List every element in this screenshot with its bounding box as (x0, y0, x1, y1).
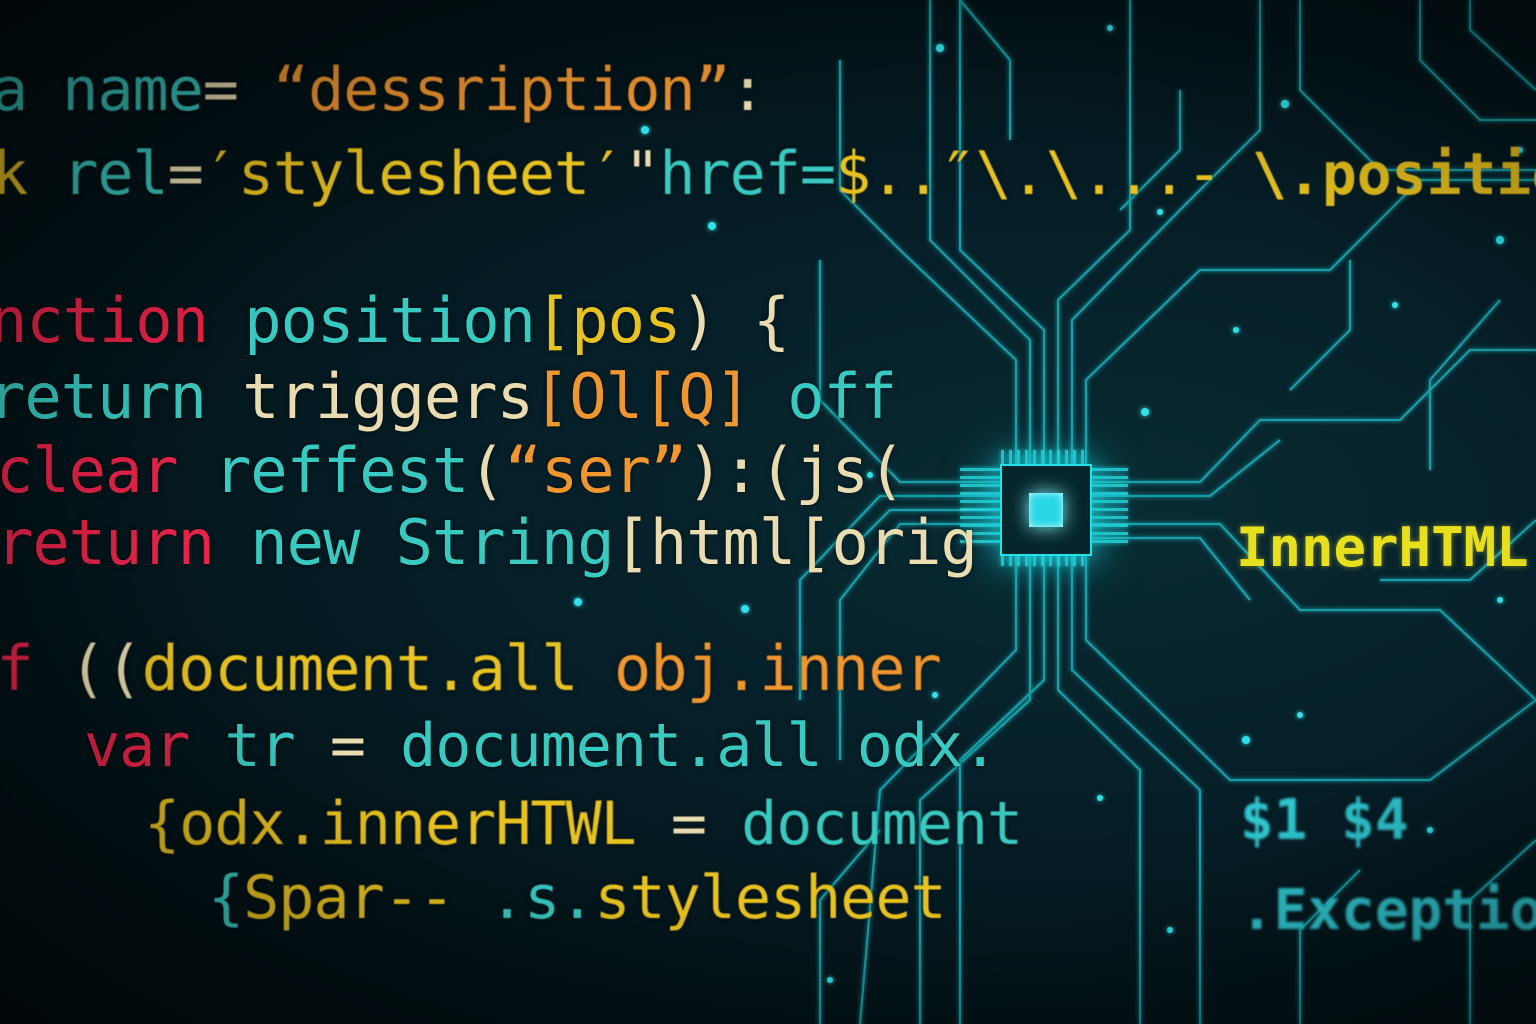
code-token: (( (68, 632, 143, 705)
code-token: ) { (680, 284, 790, 357)
code-line-spar: {Spar-- .s.stylesheet (208, 868, 947, 928)
code-token: href (659, 139, 800, 209)
code-line-odx: {odx.innerHTWL = document (144, 794, 1023, 854)
code-line-return-string: return new String[html[orig (0, 512, 978, 574)
code-circuit-scene: a name= “dessription”: k rel=′stylesheet′… (0, 0, 1536, 1024)
code-token: = (799, 139, 836, 209)
code-token: ′stylesheet′ (202, 139, 625, 209)
innerhtml-label: InnerHTML (1236, 516, 1529, 579)
code-token: ″\.\...‑ (940, 139, 1222, 209)
code-token: odx.innerHTWL (179, 789, 671, 859)
code-token: Spar-- (243, 863, 489, 933)
code-token: [html[orig (613, 506, 978, 579)
code-token: “ser” (504, 434, 688, 507)
code-token: String (395, 506, 615, 579)
code-token: off (787, 360, 897, 433)
code-token: if (0, 632, 34, 705)
code-token: = (329, 711, 401, 781)
code-line-if: if ((document.all obj.inner (0, 638, 942, 700)
dollar-label: $1 $4 (1240, 788, 1409, 853)
code-token: $.. (834, 139, 941, 209)
code-token: reffest (213, 434, 469, 507)
code-line-var: var tr = document.all odx. (84, 716, 998, 776)
code-token: ( (468, 434, 505, 507)
code-token: k (0, 139, 28, 209)
code-token: " (624, 139, 660, 209)
code-token: position (244, 284, 536, 357)
code-token: clear (0, 434, 214, 507)
code-token: [ (534, 284, 572, 357)
code-token: nction (0, 284, 245, 357)
code-token: { (208, 863, 244, 933)
code-line-meta: a name= “dessription”: (0, 60, 766, 120)
code-token: obj.inner (613, 632, 942, 705)
chip-core (1029, 493, 1063, 527)
code-token: ):(js( (686, 434, 905, 507)
code-token: new (250, 506, 396, 579)
code-token: : (729, 55, 766, 125)
code-token: stylesheet (594, 863, 946, 933)
code-token: .s. (489, 863, 595, 933)
code-token: return (0, 506, 251, 579)
exception-label: .Exceptio (1240, 878, 1536, 943)
code-token: = (202, 55, 273, 125)
code-token: = (670, 789, 742, 859)
code-token: rel (62, 139, 168, 209)
code-token: triggers (242, 360, 534, 433)
code-token: = (167, 139, 204, 209)
code-token: document.all (400, 711, 857, 781)
code-token: odx. (856, 711, 998, 781)
code-token: { (144, 789, 180, 859)
microchip-icon (1000, 464, 1092, 556)
code-token: tr (224, 711, 330, 781)
code-token: var (84, 711, 225, 781)
code-token: a name (0, 55, 204, 125)
code-token: document.all (141, 632, 614, 705)
code-line-function: nction position[pos) { (0, 290, 790, 352)
code-line-link: k rel=′stylesheet′"href=$..″\.\...‑ (0, 144, 1222, 204)
code-line-return-triggers: return triggers[Ol[Q] off (0, 366, 897, 428)
code-line-clear: clear reffest(“ser”):(js( (0, 440, 905, 502)
code-token: [Ol[Q] (532, 360, 788, 433)
code-token: pos (571, 284, 681, 357)
position-label: \.positio (1252, 140, 1536, 208)
code-token: “dessription” (273, 55, 731, 125)
code-token: return (0, 360, 243, 433)
code-token: document (741, 789, 1023, 859)
